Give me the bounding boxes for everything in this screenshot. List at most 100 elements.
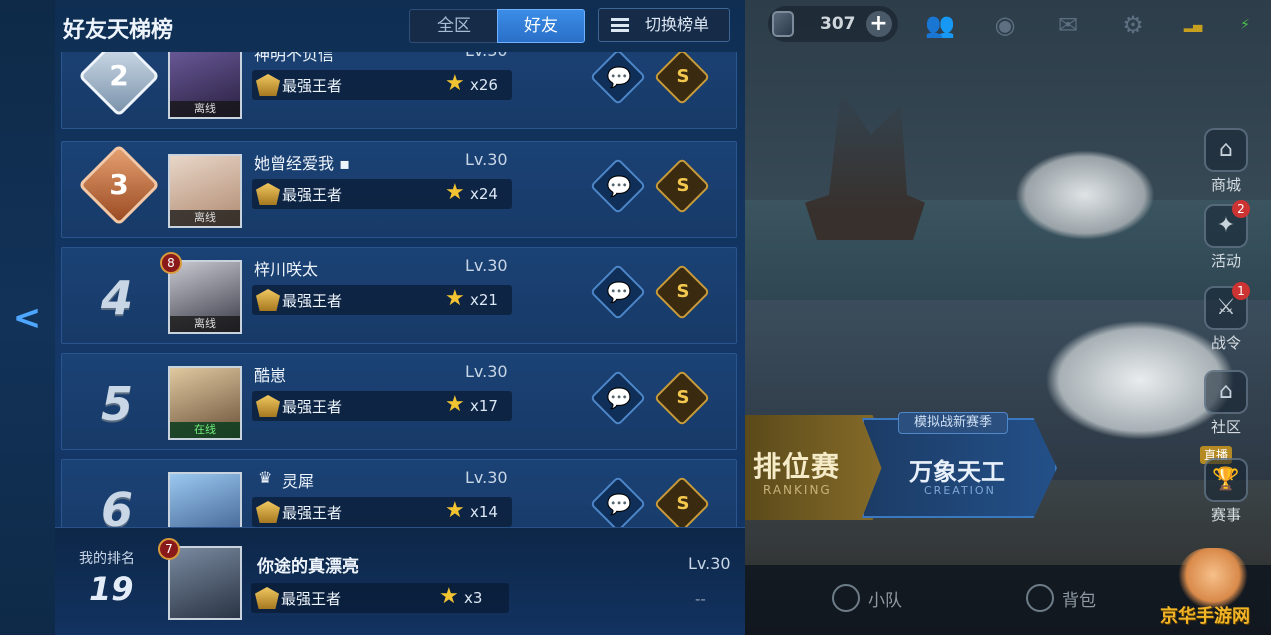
tier-info: 最强王者 ★ x3: [251, 583, 509, 613]
signal-icon: ▂▄: [1183, 18, 1203, 32]
rank-number: 2: [109, 59, 129, 92]
seagull-illustration: [1015, 150, 1155, 240]
ranking-row[interactable]: 3 离线 她曾经爱我 ▪ Lv.30 最强王者 ★ x24 💬 S: [61, 141, 737, 238]
season-tag: 模拟战新赛季: [898, 412, 1008, 434]
player-name: 梓川咲太: [254, 260, 319, 279]
tier-info: 最强王者 ★ x26: [252, 70, 512, 100]
shop-icon: ⌂: [1204, 128, 1248, 172]
ranked-mode-subtitle: RANKING: [763, 483, 832, 497]
tier-name: 最强王者: [282, 186, 343, 204]
king-tier-icon: [255, 587, 279, 609]
tier-name: 最强王者: [281, 590, 342, 608]
right-menu-shop[interactable]: ⌂ 商城: [1200, 128, 1252, 195]
mascot-character[interactable]: [1178, 548, 1248, 608]
star-icon: ★: [445, 180, 465, 205]
chat-bubble-icon: 💬: [606, 65, 632, 89]
battery-icon: ⚡: [1240, 17, 1250, 33]
tier-name: 最强王者: [282, 504, 343, 522]
tier-name: 最强王者: [282, 77, 343, 95]
right-menu-activity[interactable]: ✦ 2 活动: [1200, 200, 1252, 271]
rank-number: 3: [109, 168, 129, 201]
watermark: 京华手游网: [1160, 606, 1250, 627]
online-status: 离线: [170, 316, 240, 332]
crown-icon: ♛: [258, 468, 273, 487]
mail-icon[interactable]: ✉: [1053, 12, 1083, 38]
notification-badge: 2: [1232, 200, 1250, 218]
avatar[interactable]: [168, 472, 242, 527]
coin-gift-icon: S: [676, 387, 690, 408]
bag-button[interactable]: 背包: [1026, 584, 1096, 612]
rank-number: 4: [100, 271, 133, 325]
vip-level-badge: 7: [158, 538, 180, 560]
right-menu-label: 社区: [1210, 418, 1241, 436]
switch-list-button[interactable]: 切换榜单: [598, 8, 730, 42]
tab-all-region[interactable]: 全区: [409, 9, 499, 43]
my-rank-label: 我的排名: [79, 551, 135, 567]
friends-icon[interactable]: 👥: [925, 12, 955, 38]
star-count: x3: [464, 589, 483, 607]
coin-gift-icon: S: [676, 281, 690, 302]
right-menu-label: 战令: [1210, 334, 1241, 352]
player-name: 灵犀: [282, 472, 315, 491]
right-menu-label: 活动: [1210, 252, 1241, 270]
ranking-row[interactable]: 5 在线 酷崽 Lv.30 最强王者 ★ x17 💬 S: [61, 353, 737, 450]
currency-display: 307 +: [768, 6, 898, 42]
right-menu-battle-pass[interactable]: ⚔ 1 战令: [1200, 282, 1252, 353]
ranking-row[interactable]: 6 ♛ 灵犀 Lv.30 最强王者 ★ x14 💬 S: [61, 459, 737, 527]
tier-name: 最强王者: [282, 292, 343, 310]
bag-icon: [1026, 584, 1054, 612]
team-icon: [832, 584, 860, 612]
tab-friends[interactable]: 好友: [497, 9, 585, 43]
back-button[interactable]: <: [10, 298, 44, 338]
ranked-mode-title: 排位赛: [753, 450, 841, 483]
ranking-row[interactable]: 2 离线 神明不负信 Lv.30 最强王者 ★ x26 💬 S: [61, 52, 737, 129]
ranking-list[interactable]: 2 离线 神明不负信 Lv.30 最强王者 ★ x26 💬 S 3 离线: [55, 52, 745, 527]
star-icon: ★: [445, 498, 465, 523]
panel-title: 好友天梯榜: [63, 18, 174, 43]
tier-name: 最强王者: [282, 398, 343, 416]
coin-gift-icon: S: [676, 66, 690, 87]
player-name: 她曾经爱我 ▪: [254, 154, 350, 173]
avatar[interactable]: [168, 546, 242, 620]
gear-icon[interactable]: ⚙: [1118, 12, 1148, 38]
eye-icon[interactable]: ◉: [990, 12, 1020, 38]
rank-number: 5: [100, 377, 133, 431]
star-icon: ★: [445, 392, 465, 417]
rank-number: 6: [100, 483, 133, 527]
trophy-icon: 🏆: [1204, 458, 1248, 502]
right-menu-label: 商城: [1210, 176, 1241, 194]
star-count: x26: [470, 76, 498, 94]
community-icon: ⌂: [1204, 370, 1248, 414]
star-icon: ★: [445, 286, 465, 311]
online-status: 离线: [170, 101, 240, 117]
tier-info: 最强王者 ★ x21: [252, 285, 512, 315]
panel-header: 好友天梯榜 全区 好友 切换榜单: [55, 0, 745, 52]
right-menu-community[interactable]: ⌂ 社区: [1200, 370, 1252, 437]
player-level: Lv.30: [465, 362, 508, 381]
my-rank-number: 19: [89, 570, 134, 608]
star-count: x21: [470, 291, 498, 309]
online-status: 在线: [170, 422, 240, 438]
coin-gift-icon: S: [676, 493, 690, 514]
avatar[interactable]: 离线: [168, 154, 242, 228]
king-tier-icon: [256, 74, 280, 96]
king-tier-icon: [256, 501, 280, 523]
left-sidebar: <: [0, 0, 55, 635]
player-name: 你途的真漂亮: [257, 557, 359, 577]
king-tier-icon: [256, 395, 280, 417]
right-menu-events[interactable]: 🏆 赛事: [1200, 458, 1252, 525]
ranking-row[interactable]: 4 离线 8 梓川咲太 Lv.30 最强王者 ★ x21 💬 S: [61, 247, 737, 344]
team-label: 小队: [868, 590, 902, 611]
team-button[interactable]: 小队: [832, 584, 902, 612]
my-rank-extra: --: [695, 590, 706, 608]
bag-label: 背包: [1062, 590, 1096, 611]
star-count: x24: [470, 185, 498, 203]
add-currency-button[interactable]: +: [865, 11, 892, 37]
king-tier-icon: [256, 289, 280, 311]
tier-info: 最强王者 ★ x24: [252, 179, 512, 209]
player-level: Lv.30: [465, 256, 508, 275]
avatar[interactable]: 在线: [168, 366, 242, 440]
chat-bubble-icon: 💬: [606, 280, 632, 304]
avatar[interactable]: 离线: [168, 260, 242, 334]
avatar[interactable]: 离线: [168, 52, 242, 119]
